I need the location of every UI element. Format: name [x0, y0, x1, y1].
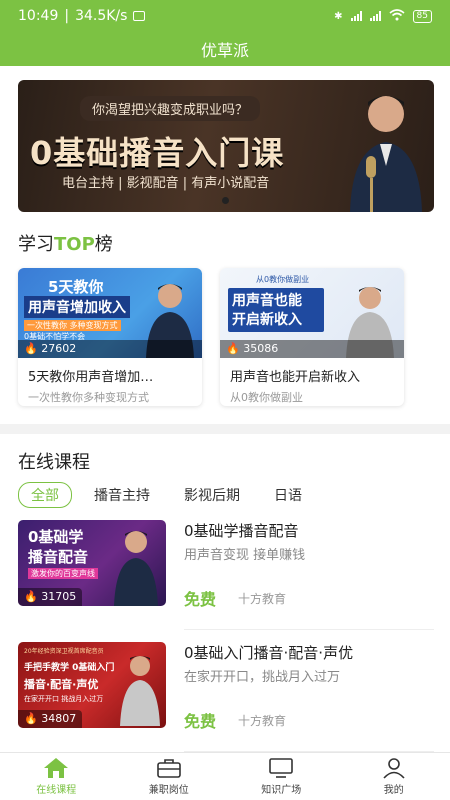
course-list-item[interactable]: 0基础学 播音配音 激发你的百变声线 🔥 31705 0基础学播音配音 用声音变… — [18, 520, 434, 630]
category-tabs: 全部 播音主持 影视后期 日语 — [18, 482, 324, 508]
section-divider — [0, 424, 450, 434]
top-section-title: 学习TOP榜 — [18, 234, 113, 255]
nav-part-time-jobs[interactable]: 兼职岗位 — [113, 753, 226, 800]
course-subtitle: 从0教你做副业 — [230, 391, 303, 404]
signal-icon-2 — [369, 11, 381, 21]
presenter-image — [114, 531, 158, 606]
wifi-icon — [389, 8, 405, 24]
battery-icon: 85 — [412, 9, 432, 23]
page-title: 优草派 — [200, 41, 249, 60]
signal-icon — [350, 11, 362, 21]
banner-subtitle: 电台主持 | 影视配音 | 有声小说配音 — [62, 176, 270, 191]
course-thumbnail: 5天教你 用声音增加收入 一次性教你 多种变现方式 0基础不怕学不会 🔥 276… — [18, 268, 202, 358]
carousel-indicator[interactable] — [222, 197, 229, 204]
course-desc: 在家开开口，挑战月入过万 — [184, 670, 341, 685]
tab-japanese[interactable]: 日语 — [262, 483, 314, 507]
tab-all[interactable]: 全部 — [18, 482, 72, 508]
monitor-icon — [269, 758, 294, 778]
bottom-nav: 在线课程 兼职岗位 知识广场 我的 — [0, 752, 450, 800]
view-count: 🔥 27602 — [18, 340, 202, 358]
presenter-image — [350, 96, 422, 212]
course-title: 用声音也能开启新收入 — [230, 370, 361, 385]
presenter-image — [120, 656, 160, 726]
promo-banner[interactable]: 你渴望把兴趣变成职业吗？ 0基础播音入门课 电台主持 | 影视配音 | 有声小说… — [18, 80, 434, 212]
course-title: 5天教你用声音增加… — [28, 370, 154, 385]
organization-label: 十方教育 — [238, 592, 287, 606]
top-course-card[interactable]: 5天教你 用声音增加收入 一次性教你 多种变现方式 0基础不怕学不会 🔥 276… — [18, 268, 202, 406]
course-thumbnail: 20年经验资深卫视首席配音员 手把手教学 0基础入门 播音·配音·声优 在家开开… — [18, 642, 166, 728]
bluetooth-icon: ✱ — [334, 10, 343, 22]
row-divider — [184, 629, 434, 630]
course-title: 0基础入门播音·配音·声优 — [184, 644, 354, 662]
view-count: 🔥 35086 — [220, 340, 404, 358]
price-label: 免费 — [184, 712, 217, 731]
nav-online-courses[interactable]: 在线课程 — [0, 753, 113, 800]
banner-question: 你渴望把兴趣变成职业吗？ — [80, 96, 261, 121]
course-thumbnail: 0基础学 播音配音 激发你的百变声线 🔥 31705 — [18, 520, 166, 606]
title-bar: 优草派 — [0, 32, 450, 66]
status-bar: 10:49 | 34.5K/s ✱ 85 — [0, 0, 450, 32]
home-icon — [44, 758, 69, 778]
fire-icon: 🔥 — [24, 342, 38, 355]
course-subtitle: 一次性教你多种变现方式 — [28, 391, 149, 404]
fire-icon: 🔥 — [24, 590, 38, 603]
nav-mine[interactable]: 我的 — [338, 753, 450, 800]
app-root: 10:49 | 34.5K/s ✱ 85 优草派 你渴望把兴趣变成职业吗？ 0基… — [0, 0, 450, 800]
nav-knowledge-square[interactable]: 知识广场 — [225, 753, 338, 800]
network-speed: 34.5K/s — [75, 8, 128, 24]
notification-icon — [133, 11, 146, 21]
user-icon — [383, 758, 405, 779]
tab-broadcast-host[interactable]: 播音主持 — [82, 483, 162, 507]
organization-label: 十方教育 — [238, 714, 287, 728]
fire-icon: 🔥 — [226, 342, 240, 355]
price-label: 免费 — [184, 590, 217, 609]
fire-icon: 🔥 — [24, 712, 38, 725]
course-thumbnail: 从0教你做副业 用声音也能 开启新收入 🔥 35086 — [220, 268, 404, 358]
online-section-title: 在线课程 — [18, 452, 90, 473]
banner-headline: 0基础播音入门课 — [30, 134, 285, 172]
course-title: 0基础学播音配音 — [184, 522, 299, 540]
view-count: 🔥 31705 — [18, 588, 83, 606]
course-list-item[interactable]: 20年经验资深卫视首席配音员 手把手教学 0基础入门 播音·配音·声优 在家开开… — [18, 642, 434, 752]
status-time: 10:49 — [18, 8, 59, 24]
top-course-card[interactable]: 从0教你做副业 用声音也能 开启新收入 🔥 35086 用声音也能开启新收入 从… — [220, 268, 404, 406]
tab-film-post[interactable]: 影视后期 — [172, 483, 252, 507]
briefcase-icon — [156, 759, 181, 778]
view-count: 🔥 34807 — [18, 710, 83, 728]
course-desc: 用声音变现 接单赚钱 — [184, 548, 306, 563]
